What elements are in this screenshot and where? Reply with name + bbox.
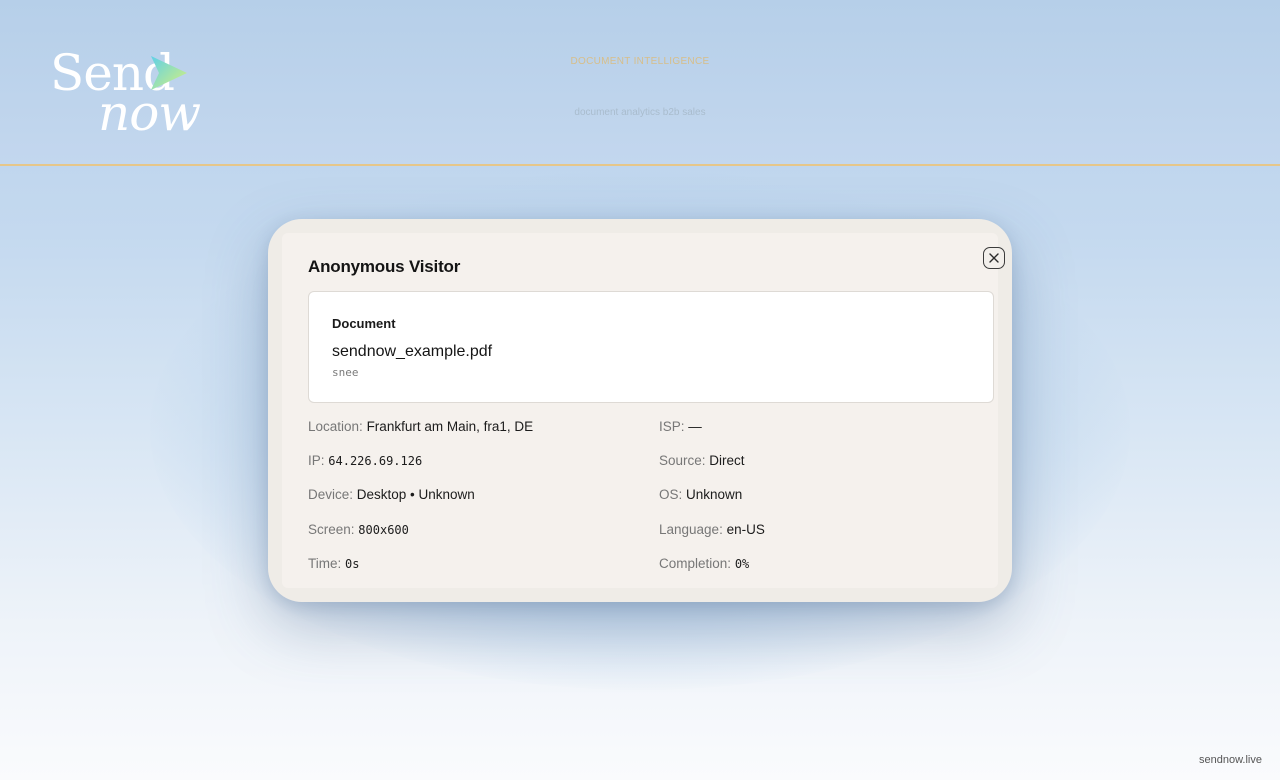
document-label: Document [332, 316, 396, 331]
detail-language: Language: en-US [659, 522, 765, 537]
footer-domain-link[interactable]: sendnow.live [1199, 754, 1262, 766]
detail-value: 0s [345, 557, 360, 571]
detail-value: Direct [709, 453, 745, 468]
detail-label: Location: [308, 419, 363, 434]
visitor-detail-modal: Anonymous Visitor Document sendnow_examp… [268, 219, 1012, 602]
detail-label: Language: [659, 522, 723, 537]
site-header: Send now DOCUMENT INTELLIGENCE document … [0, 0, 1280, 166]
detail-completion: Completion: 0% [659, 556, 749, 571]
detail-label: Source: [659, 453, 706, 468]
seo-keywords: document analytics b2b sales [574, 107, 706, 118]
detail-screen: Screen: 800x600 [308, 522, 409, 537]
detail-value: — [688, 419, 702, 434]
document-card: Document sendnow_example.pdf snee [308, 291, 994, 403]
detail-device: Device: Desktop • Unknown [308, 487, 475, 502]
detail-isp: ISP: — [659, 419, 702, 434]
document-filename: sendnow_example.pdf [332, 343, 493, 360]
detail-value: 64.226.69.126 [328, 454, 423, 468]
close-button[interactable] [983, 247, 1005, 269]
detail-value: Unknown [686, 487, 743, 502]
detail-label: IP: [308, 453, 325, 468]
modal-title: Anonymous Visitor [308, 257, 461, 276]
detail-source: Source: Direct [659, 453, 745, 468]
detail-label: ISP: [659, 419, 685, 434]
modal-body: Anonymous Visitor Document sendnow_examp… [282, 233, 1005, 588]
detail-time: Time: 0s [308, 556, 359, 571]
detail-ip: IP: 64.226.69.126 [308, 453, 422, 468]
detail-label: Time: [308, 556, 342, 571]
detail-label: Screen: [308, 522, 355, 537]
tagline: DOCUMENT INTELLIGENCE [570, 56, 710, 67]
detail-value: en-US [726, 522, 765, 537]
detail-value: 0% [734, 557, 750, 571]
close-icon [989, 253, 999, 263]
document-sender: snee [332, 366, 359, 379]
detail-os: OS: Unknown [659, 487, 742, 502]
detail-location: Location: Frankfurt am Main, fra1, DE [308, 419, 533, 434]
detail-value: Frankfurt am Main, fra1, DE [366, 419, 534, 434]
detail-value: Desktop • Unknown [356, 487, 475, 502]
detail-label: Device: [308, 487, 354, 502]
detail-label: OS: [659, 487, 683, 502]
detail-value: 800x600 [358, 523, 409, 537]
detail-label: Completion: [659, 556, 732, 571]
